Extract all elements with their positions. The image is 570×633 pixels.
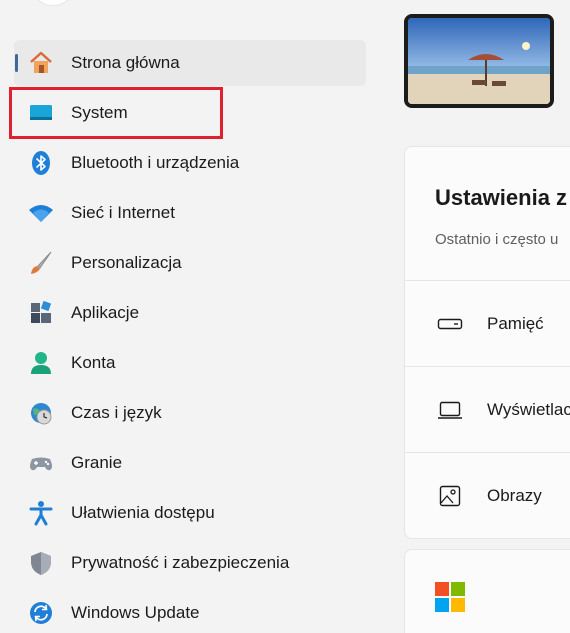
wallpaper-thumbnail[interactable] — [404, 14, 554, 108]
card-title: Ustawienia z — [435, 185, 568, 210]
microsoft-card — [404, 549, 570, 633]
sidebar-item-windows-update[interactable]: Windows Update — [14, 590, 366, 633]
time-language-icon — [28, 400, 54, 426]
image-icon — [437, 483, 463, 509]
sidebar-item-time-language[interactable]: Czas i język — [14, 390, 366, 436]
sidebar-item-privacy[interactable]: Prywatność i zabezpieczenia — [14, 540, 366, 586]
sidebar-item-label: System — [71, 103, 128, 122]
sidebar-item-personalization[interactable]: Personalizacja — [14, 240, 366, 286]
setting-row-display[interactable]: Wyświetlac — [405, 367, 570, 453]
sidebar-item-apps[interactable]: Aplikacje — [14, 290, 366, 336]
sidebar-nav: Strona główna System Bluetooth i urządze… — [9, 40, 366, 633]
sidebar-item-gaming[interactable]: Granie — [14, 440, 366, 486]
sidebar-item-accessibility[interactable]: Ułatwienia dostępu — [14, 490, 366, 536]
bluetooth-icon — [28, 150, 54, 176]
system-icon — [28, 100, 54, 126]
storage-icon — [437, 311, 463, 337]
brush-icon — [28, 250, 54, 276]
home-icon — [28, 50, 54, 76]
setting-row-label: Pamięć — [487, 313, 544, 333]
sidebar-item-network[interactable]: Sieć i Internet — [14, 190, 366, 236]
apps-icon — [28, 300, 54, 326]
account-icon — [28, 350, 54, 376]
microsoft-logo-icon — [435, 582, 465, 612]
update-icon — [28, 600, 54, 626]
recommended-settings-card: Ustawienia z Ostatnio i często u Pamięć … — [404, 146, 570, 539]
sidebar-item-label: Granie — [71, 453, 123, 472]
sidebar-item-label: Bluetooth i urządzenia — [71, 153, 240, 172]
setting-row-images[interactable]: Obrazy — [405, 453, 570, 538]
setting-row-label: Wyświetlac — [487, 399, 570, 419]
sidebar-item-accounts[interactable]: Konta — [14, 340, 366, 386]
sidebar-item-home[interactable]: Strona główna — [14, 40, 366, 86]
sidebar-item-label: Personalizacja — [71, 253, 182, 272]
shield-icon — [28, 550, 54, 576]
setting-row-storage[interactable]: Pamięć — [405, 281, 570, 367]
sidebar-item-label: Prywatność i zabezpieczenia — [71, 553, 290, 572]
card-subtitle: Ostatnio i często u — [435, 231, 559, 248]
card-header: Ustawienia z Ostatnio i często u — [405, 147, 570, 281]
sidebar-item-label: Ułatwienia dostępu — [71, 503, 215, 522]
sidebar-item-label: Windows Update — [71, 603, 200, 622]
sidebar-item-label: Sieć i Internet — [71, 203, 175, 222]
sidebar-item-label: Aplikacje — [71, 303, 140, 322]
sidebar-item-system[interactable]: System — [9, 87, 223, 139]
accessibility-icon — [28, 500, 54, 526]
user-avatar[interactable] — [30, 0, 76, 6]
sidebar-item-bluetooth[interactable]: Bluetooth i urządzenia — [14, 140, 366, 186]
sidebar-item-label: Czas i język — [71, 403, 162, 422]
sidebar-item-label: Konta — [71, 353, 116, 372]
wifi-icon — [28, 200, 54, 226]
setting-row-label: Obrazy — [487, 486, 542, 505]
display-icon — [437, 397, 463, 423]
sidebar-item-label: Strona główna — [71, 53, 180, 72]
gamepad-icon — [28, 450, 54, 476]
